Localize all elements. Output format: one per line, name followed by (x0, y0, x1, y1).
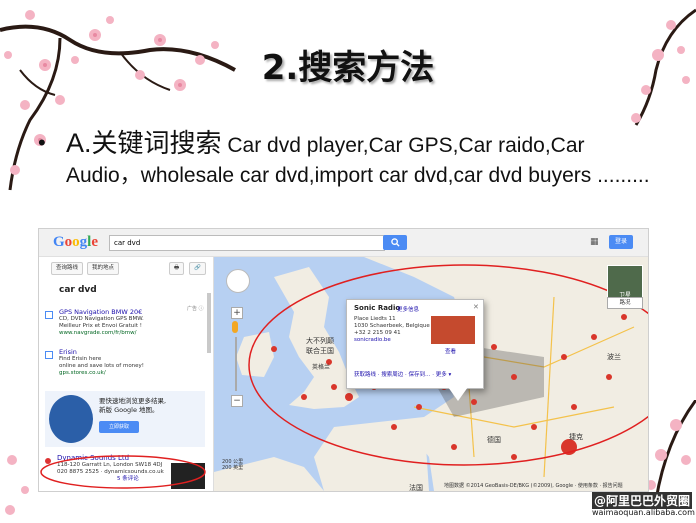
map-attribution: 地图数据 ©2014 GeoBasis-DE/BKG (©2009), Goog… (444, 483, 623, 489)
scale-mi: 200 英里 (222, 465, 244, 471)
search-input[interactable]: car dvd (109, 235, 385, 251)
place-address: Place Liedts 11 1030 Schaerbeek, Belgiqu… (354, 316, 430, 344)
map-scale: 200 公里 200 英里 (222, 459, 243, 471)
zoom-in-button[interactable]: + (231, 307, 243, 319)
google-logo[interactable]: Google (53, 234, 98, 251)
ad-line: online and save lots of money! (59, 363, 145, 369)
photo-view-link[interactable]: 查看 (445, 347, 456, 355)
bullet-text: A.关键词搜索 Car dvd player,Car GPS,Car raido… (66, 128, 660, 191)
ad-title[interactable]: GPS Navigation BMW 20€ (59, 309, 207, 316)
ad-title[interactable]: Erisin (59, 349, 207, 356)
cherry-blossom-bottom-left (5, 455, 29, 515)
results-heading: car dvd (59, 285, 97, 295)
ad-line: CD, DVD Navigation GPS BMW. (59, 316, 144, 322)
place-infowindow: Sonic Radio 更多信息 ✕ Place Liedts 11 1030 … (346, 299, 484, 389)
place-title[interactable]: Sonic Radio (354, 304, 400, 312)
watermark-url: waimaoquan.alibaba.com (592, 508, 695, 517)
get-new-maps-button[interactable]: 立即获取 (99, 421, 139, 433)
more-info-link[interactable]: 更多信息 (397, 305, 419, 313)
ad-url[interactable]: gps.stores.co.uk/ (59, 370, 207, 377)
ad-gps-navigation[interactable]: GPS Navigation BMW 20€ CD, DVD Navigatio… (59, 309, 207, 337)
infowindow-actions[interactable]: 获取路线 · 搜索周边 · 保存到… · 更多 ▾ (354, 370, 451, 378)
directions-button[interactable]: 查询路线 (51, 262, 84, 275)
bullet-label-keyword-search: 关键词搜索 (91, 129, 222, 159)
slide-title: 2.搜索方法 (261, 48, 435, 88)
my-places-button[interactable]: 我的地点 (87, 262, 120, 275)
bullet-paragraph: • A.关键词搜索 Car dvd player,Car GPS,Car rai… (38, 128, 660, 191)
place-photo[interactable] (431, 316, 475, 344)
map-label-england: 英格兰 (312, 364, 331, 371)
pan-control[interactable] (226, 269, 250, 293)
map-label-poland: 波兰 (607, 353, 621, 361)
ad-line: Meilleur Prix et Envoi Gratuit ! (59, 323, 142, 329)
maps-top-bar: Google car dvd ▦ 登录 (39, 229, 648, 257)
zoom-out-button[interactable]: − (231, 395, 243, 407)
watermark: @阿里巴巴外贸圈 waimaoquan.alibaba.com (590, 492, 695, 522)
bullet-dot: • (38, 130, 46, 155)
address-line: 1030 Schaerbeek, Belgique (354, 323, 430, 329)
website-link[interactable]: sonicradio.be (354, 337, 430, 344)
search-icon (390, 238, 400, 247)
highlight-oval (40, 455, 206, 489)
watermark-title: @阿里巴巴外贸圈 (592, 492, 693, 509)
address-line: Place Liedts 11 (354, 316, 396, 322)
pegman-icon[interactable] (232, 321, 238, 333)
bullet-label-a: A. (66, 128, 92, 158)
map-label-uk: 联合王国 (306, 347, 334, 355)
print-button[interactable]: 🖶 (169, 262, 185, 275)
map-label-germany: 德国 (487, 436, 501, 444)
close-icon[interactable]: ✕ (473, 303, 479, 311)
promo-text: 要快速地浏览更多结果, 新版 Google 地图。 (99, 397, 166, 415)
infowindow-tail (448, 387, 468, 401)
promo-thumbnail (49, 395, 93, 443)
map-label-czech: 捷克 (569, 433, 583, 441)
phone-number: +32 2 215 09 41 (354, 330, 401, 336)
zoom-slider[interactable] (235, 337, 237, 391)
search-button[interactable] (383, 235, 407, 250)
signin-button[interactable]: 登录 (609, 235, 633, 249)
new-maps-promo: 要快速地浏览更多结果, 新版 Google 地图。 立即获取 (45, 391, 205, 447)
ad-line: Find Erisin here (59, 356, 102, 362)
ad-url[interactable]: www.navgrade.com/fr/bmw/ (59, 330, 207, 337)
ad-icon (45, 311, 53, 319)
satellite-toggle[interactable]: 卫星 (607, 265, 643, 299)
ad-erisin[interactable]: Erisin Find Erisin here online and save … (59, 349, 207, 377)
link-button[interactable]: 🔗 (189, 262, 206, 275)
ad-icon (45, 351, 53, 359)
promo-line: 要快速地浏览更多结果, (99, 397, 167, 405)
map-label-great-britain: 大不列颠 (306, 337, 334, 345)
map-type-toggle[interactable]: 路况 (607, 297, 643, 309)
map-label-france: 法国 (409, 484, 423, 491)
promo-line: 新版 Google 地图。 (99, 406, 159, 414)
apps-grid-icon[interactable]: ▦ (590, 237, 600, 247)
panel-scrollbar[interactable] (207, 293, 211, 353)
